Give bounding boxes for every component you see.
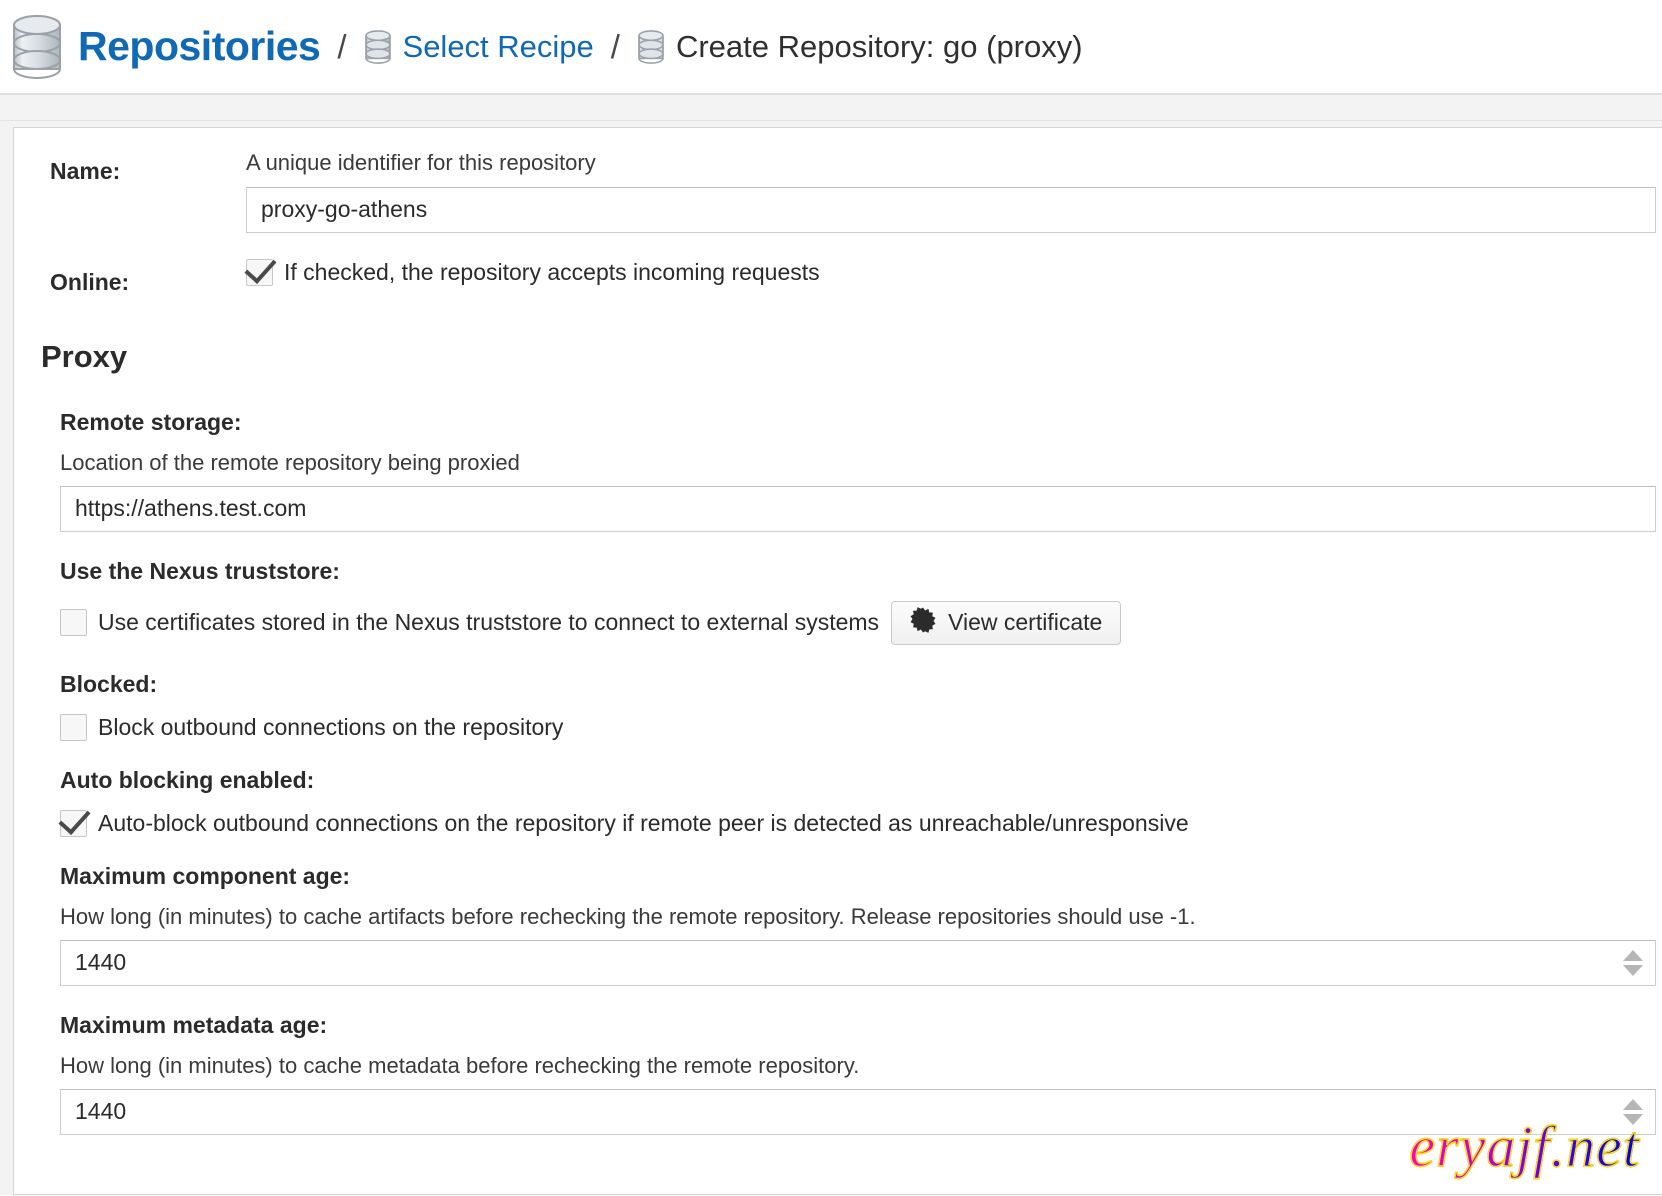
- repository-form-panel: Name: A unique identifier for this repos…: [13, 127, 1662, 1195]
- stepper-up-icon[interactable]: [1623, 949, 1643, 961]
- auto-blocking-checkbox-label: Auto-block outbound connections on the r…: [98, 809, 1189, 836]
- max-component-age-label: Maximum component age:: [60, 862, 351, 889]
- breadcrumb-separator-2: /: [610, 27, 620, 65]
- online-label: Online:: [50, 268, 130, 295]
- breadcrumb-link-label[interactable]: Select Recipe: [403, 29, 594, 65]
- field-row-online: Online: If checked, the repository accep…: [14, 258, 1662, 296]
- max-metadata-age-field: [60, 1088, 1656, 1135]
- name-input[interactable]: [246, 186, 1656, 233]
- max-component-age-input[interactable]: [60, 939, 1656, 986]
- truststore-checkbox[interactable]: [60, 609, 87, 637]
- stepper-up-icon[interactable]: [1623, 1098, 1643, 1110]
- database-icon: [364, 29, 392, 65]
- view-certificate-button[interactable]: View certificate: [891, 600, 1122, 645]
- database-icon: [637, 29, 665, 65]
- max-component-age-hint: How long (in minutes) to cache artifacts…: [60, 903, 1196, 929]
- breadcrumb-current-label: Create Repository: go (proxy): [675, 28, 1083, 64]
- breadcrumb-separator-1: /: [337, 27, 347, 65]
- header-divider-strip: [0, 95, 1662, 121]
- breadcrumb-item-select-recipe[interactable]: Select Recipe: [364, 29, 594, 65]
- auto-blocking-checkbox-row[interactable]: Auto-block outbound connections on the r…: [60, 809, 1656, 837]
- max-metadata-age-label: Maximum metadata age:: [60, 1011, 328, 1038]
- max-metadata-age-hint: How long (in minutes) to cache metadata …: [60, 1052, 860, 1078]
- blocked-label: Blocked:: [60, 670, 158, 697]
- blocked-checkbox-row[interactable]: Block outbound connections on the reposi…: [60, 713, 1656, 741]
- blocked-checkbox-label: Block outbound connections on the reposi…: [98, 713, 564, 740]
- field-row-name: Name: A unique identifier for this repos…: [14, 148, 1662, 233]
- proxy-section-title: Proxy: [41, 338, 128, 374]
- truststore-label: Use the Nexus truststore:: [60, 557, 340, 584]
- name-hint: A unique identifier for this repository: [246, 150, 596, 175]
- online-checkbox-label: If checked, the repository accepts incom…: [284, 258, 820, 285]
- remote-storage-hint: Location of the remote repository being …: [60, 449, 520, 475]
- auto-blocking-checkbox[interactable]: [60, 809, 87, 837]
- max-metadata-age-input[interactable]: [60, 1088, 1656, 1135]
- truststore-checkbox-row[interactable]: Use certificates stored in the Nexus tru…: [60, 600, 1656, 645]
- remote-storage-input[interactable]: [60, 485, 1656, 532]
- max-component-age-stepper[interactable]: [1623, 949, 1643, 976]
- online-checkbox[interactable]: [246, 258, 273, 286]
- name-label: Name:: [50, 158, 121, 184]
- breadcrumb-item-repositories[interactable]: Repositories: [10, 14, 321, 80]
- view-certificate-button-label: View certificate: [948, 609, 1103, 636]
- max-component-age-field: [60, 939, 1656, 986]
- database-icon: [10, 14, 64, 80]
- max-metadata-age-stepper[interactable]: [1623, 1098, 1643, 1125]
- online-checkbox-row[interactable]: If checked, the repository accepts incom…: [246, 258, 1656, 286]
- breadcrumb: Repositories / Select Recipe / Create Re…: [0, 0, 1662, 95]
- truststore-checkbox-label: Use certificates stored in the Nexus tru…: [98, 609, 880, 636]
- auto-blocking-label: Auto blocking enabled:: [60, 766, 315, 793]
- stepper-down-icon[interactable]: [1623, 1113, 1643, 1125]
- breadcrumb-root-label: Repositories: [78, 23, 321, 69]
- breadcrumb-item-create-repository: Create Repository: go (proxy): [637, 29, 1083, 65]
- remote-storage-label: Remote storage:: [60, 408, 242, 435]
- content-area: Name: A unique identifier for this repos…: [0, 121, 1662, 1195]
- blocked-checkbox[interactable]: [60, 713, 87, 741]
- certificate-seal-icon: [910, 606, 936, 639]
- stepper-down-icon[interactable]: [1623, 964, 1643, 976]
